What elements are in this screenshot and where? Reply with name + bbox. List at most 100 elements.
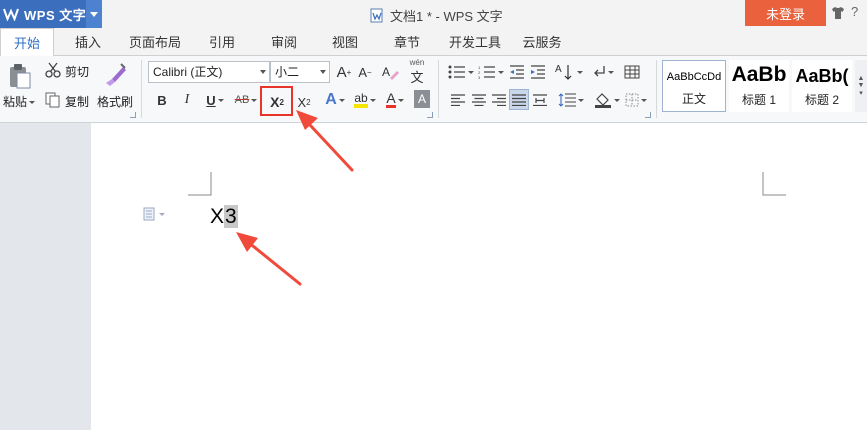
login-button[interactable]: 未登录 xyxy=(745,0,826,26)
numbered-list-icon[interactable]: 123 xyxy=(476,62,506,82)
bold-button[interactable]: B xyxy=(153,90,171,110)
table-icon[interactable] xyxy=(622,62,642,82)
style-heading-2-name: 标题 2 xyxy=(804,93,839,107)
wps-logo-icon xyxy=(3,6,19,22)
char-shading-button[interactable]: A xyxy=(414,90,430,108)
style-normal[interactable]: AaBbCcDd 正文 xyxy=(662,60,726,112)
help-icon[interactable]: ? xyxy=(851,4,858,19)
tab-review[interactable]: 审阅 xyxy=(262,28,306,56)
tab-home[interactable]: 开始 xyxy=(0,28,54,57)
superscript-highlight-box xyxy=(260,86,293,116)
style-normal-preview: AaBbCcDd xyxy=(666,71,722,83)
tab-page-layout[interactable]: 页面布局 xyxy=(124,28,186,56)
underline-label: U xyxy=(206,92,216,108)
paragraph-options[interactable] xyxy=(143,207,165,221)
svg-text:A: A xyxy=(555,64,562,75)
style-heading-1-preview: AaBb xyxy=(731,63,787,86)
document-body-text[interactable]: X3 xyxy=(210,205,238,229)
paragraph-layout-icon[interactable] xyxy=(143,207,155,221)
style-heading-1-name: 标题 1 xyxy=(741,93,776,107)
group-separator xyxy=(438,60,439,118)
scroll-up-icon[interactable]: ▲ xyxy=(858,75,865,82)
font-color-button[interactable]: A xyxy=(380,90,410,110)
phonetic-guide-button[interactable]: wén 文 xyxy=(404,58,430,86)
align-center-icon[interactable] xyxy=(470,90,488,110)
copy-icon[interactable] xyxy=(44,91,62,109)
line-spacing-icon[interactable] xyxy=(556,90,586,110)
group-separator xyxy=(141,60,142,118)
style-heading-2[interactable]: AaBb( 标题 2 xyxy=(792,60,852,112)
increase-indent-icon[interactable] xyxy=(528,62,548,82)
document-page[interactable] xyxy=(91,123,867,430)
paste-button[interactable]: 粘贴 xyxy=(3,93,36,110)
document-title: 文档1 * - WPS 文字 xyxy=(370,6,503,25)
subscript-button[interactable]: X2 xyxy=(293,91,315,113)
document-text-selected: 3 xyxy=(224,205,238,228)
paragraph-launcher-icon[interactable] xyxy=(645,112,651,118)
top-right-margin-marker xyxy=(762,172,786,196)
clipboard-launcher-icon[interactable] xyxy=(130,112,136,118)
paste-icon[interactable] xyxy=(6,62,34,90)
format-painter-button[interactable]: 格式刷 xyxy=(97,93,133,110)
subscript-mark: 2 xyxy=(306,97,311,107)
app-menu-button[interactable]: WPS 文字 xyxy=(0,0,102,28)
document-text-normal: X xyxy=(210,205,225,228)
document-left-margin-pane xyxy=(0,123,91,430)
phonetic-guide-char: 文 xyxy=(410,70,424,85)
style-normal-name: 正文 xyxy=(681,92,706,106)
text-effect-label: A xyxy=(325,91,337,108)
align-right-icon[interactable] xyxy=(490,90,508,110)
group-separator xyxy=(656,60,657,118)
tab-developer[interactable]: 开发工具 xyxy=(444,28,506,56)
font-family-select[interactable]: Calibri (正文) xyxy=(148,61,270,83)
strikethrough-button[interactable]: AB xyxy=(231,90,261,110)
tab-view[interactable]: 视图 xyxy=(323,28,367,56)
style-heading-1[interactable]: AaBb 标题 1 xyxy=(729,60,789,112)
cut-button[interactable]: 剪切 xyxy=(65,63,89,80)
ribbon-tab-bar: 开始 插入 页面布局 引用 审阅 视图 章节 开发工具 云服务 xyxy=(0,28,867,57)
distribute-icon[interactable] xyxy=(531,90,549,110)
clear-format-icon[interactable]: A xyxy=(380,62,400,82)
sort-icon[interactable]: A xyxy=(554,61,584,83)
grow-font-label: A xyxy=(336,63,347,81)
shrink-font-label: A xyxy=(358,64,367,80)
svg-text:3: 3 xyxy=(478,75,481,79)
bullet-list-icon[interactable] xyxy=(446,62,476,82)
align-left-icon[interactable] xyxy=(449,90,467,110)
italic-button[interactable]: I xyxy=(178,90,196,110)
shrink-font-button[interactable]: A − xyxy=(355,62,375,82)
copy-button[interactable]: 复制 xyxy=(65,93,89,110)
app-name: WPS 文字 xyxy=(24,7,87,23)
font-family-value: Calibri (正文) xyxy=(153,65,223,79)
decrease-indent-icon[interactable] xyxy=(507,62,527,82)
tab-cloud-service[interactable]: 云服务 xyxy=(517,28,567,56)
underline-button[interactable]: U xyxy=(201,90,229,110)
borders-icon[interactable] xyxy=(622,90,650,110)
format-painter-icon[interactable] xyxy=(102,60,128,88)
grow-font-button[interactable]: A + xyxy=(334,62,354,82)
svg-text:A: A xyxy=(382,65,390,79)
highlight-button[interactable]: ab xyxy=(350,90,380,110)
tab-references[interactable]: 引用 xyxy=(200,28,244,56)
document-icon xyxy=(370,8,384,23)
font-color-label: A xyxy=(386,90,396,108)
scissors-icon[interactable] xyxy=(44,61,62,79)
tab-chapter[interactable]: 章节 xyxy=(385,28,429,56)
text-effect-button[interactable]: A xyxy=(320,90,350,110)
document-title-text: 文档1 * - WPS 文字 xyxy=(390,9,503,24)
font-size-select[interactable]: 小二 xyxy=(270,61,330,83)
highlight-label: ab xyxy=(354,92,368,108)
app-menu-dropdown-icon[interactable] xyxy=(86,0,102,28)
show-paragraph-mark-icon[interactable] xyxy=(592,62,614,82)
tab-insert[interactable]: 插入 xyxy=(64,28,112,56)
scroll-down-icon[interactable]: ▼ xyxy=(858,82,865,89)
gallery-more-icon[interactable]: ▾ xyxy=(859,89,863,97)
style-heading-2-preview: AaBb( xyxy=(795,66,849,86)
font-launcher-icon[interactable] xyxy=(427,112,433,118)
style-gallery-scroll[interactable]: ▲ ▼ ▾ xyxy=(855,60,867,112)
top-left-margin-marker xyxy=(188,172,212,196)
skin-shirt-icon[interactable] xyxy=(831,6,845,20)
title-bar: WPS 文字 文档1 * - WPS 文字 未登录 ? xyxy=(0,0,867,28)
shading-bucket-icon[interactable] xyxy=(592,90,622,110)
justify-icon[interactable] xyxy=(509,89,529,110)
